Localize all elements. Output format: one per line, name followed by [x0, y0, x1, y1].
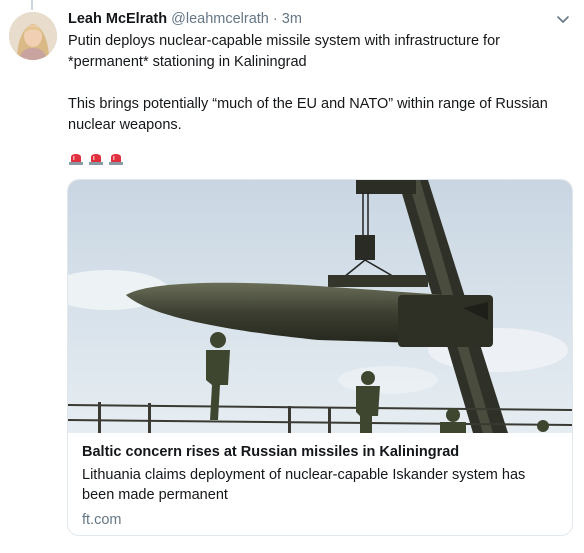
card-description: Lithuania claims deployment of nuclear-c… [82, 467, 526, 503]
missile-photo [68, 180, 572, 433]
author-name[interactable]: Leah McElrath [68, 11, 167, 27]
card-image[interactable] [68, 180, 572, 433]
tweet-timestamp[interactable]: 3m [282, 11, 302, 27]
tweet-header: Leah McElrath @leahmcelrath · 3m [68, 10, 570, 30]
police-light-icon [89, 154, 103, 165]
author-handle[interactable]: @leahmcelrath [171, 11, 269, 27]
link-card[interactable]: Baltic concern rises at Russian missiles… [67, 179, 573, 536]
chevron-down-icon[interactable] [556, 12, 570, 26]
tweet-text: Putin deploys nuclear-capable missile sy… [68, 31, 566, 136]
card-body: Baltic concern rises at Russian missiles… [82, 442, 560, 530]
avatar-photo [9, 12, 57, 60]
avatar[interactable] [9, 12, 57, 60]
tweet-paragraph-1: Putin deploys nuclear-capable missile sy… [68, 33, 500, 70]
card-domain: ft.com [82, 512, 122, 528]
police-light-icon [69, 154, 83, 165]
police-light-icon [109, 154, 123, 165]
tweet-paragraph-2: This brings potentially “much of the EU … [68, 96, 548, 133]
emoji-row [68, 150, 124, 168]
thread-line [31, 0, 33, 10]
separator-dot: · [272, 11, 278, 27]
card-title[interactable]: Baltic concern rises at Russian missiles… [82, 442, 560, 462]
